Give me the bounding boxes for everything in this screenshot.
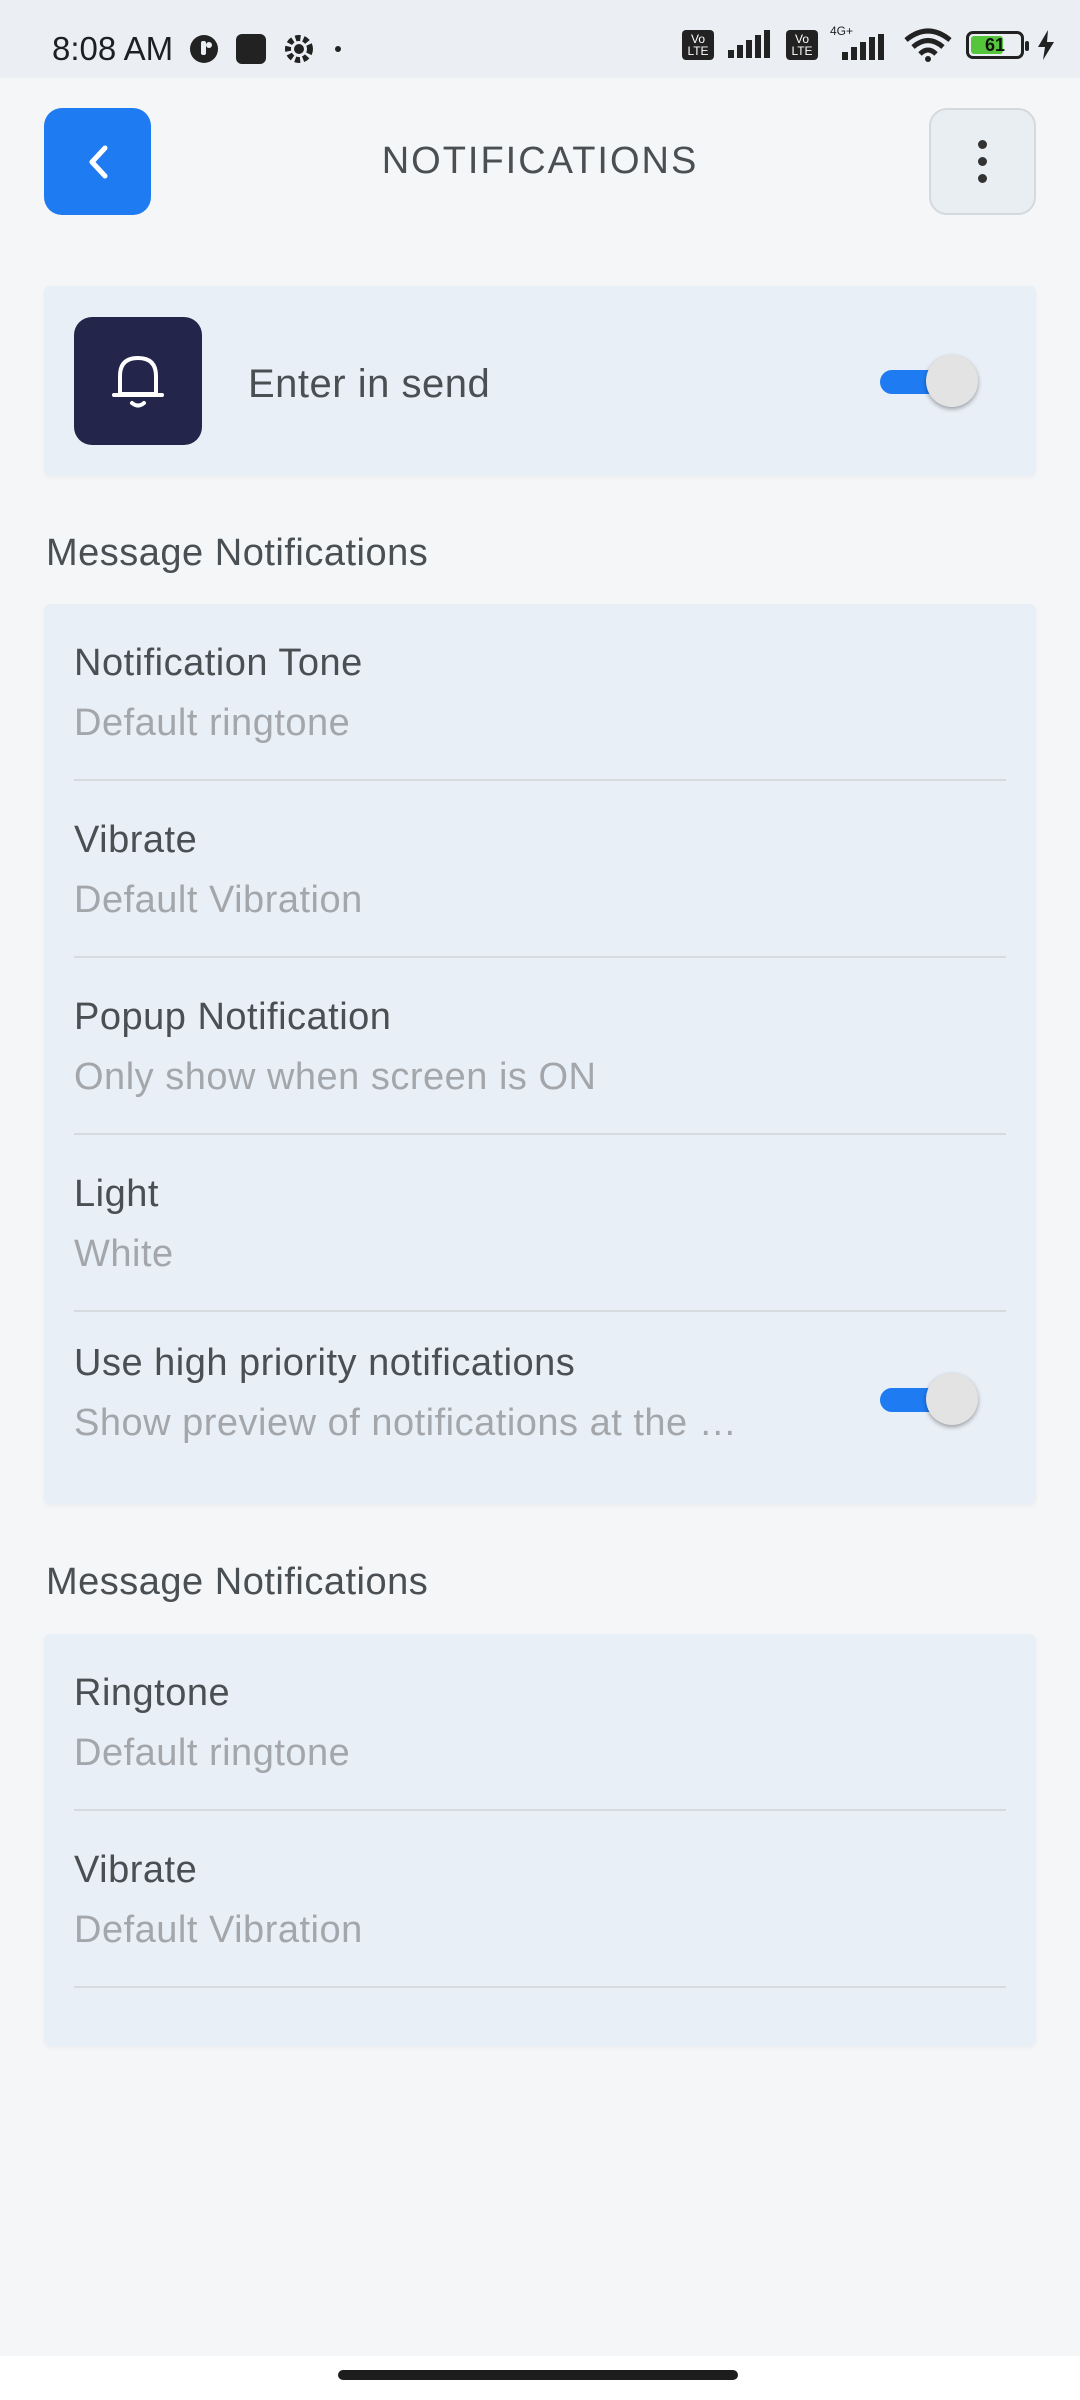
item-title: Popup Notification — [74, 996, 392, 1038]
battery-icon: 61 — [966, 31, 1029, 59]
item-subtitle: Default Vibration — [74, 1909, 363, 1951]
item-title: Vibrate — [74, 1849, 198, 1891]
popup-notification-item[interactable]: Popup Notification Only show when screen… — [74, 958, 1006, 1135]
bell-icon — [112, 356, 164, 408]
high-priority-toggle[interactable] — [878, 1370, 978, 1430]
volte-badge-2: Vo LTE — [786, 30, 818, 60]
item-subtitle: Show preview of notifications at the … — [74, 1402, 738, 1444]
signal-4g-icon: 4G+ — [830, 24, 890, 60]
more-vertical-icon — [978, 140, 987, 149]
volte-badge-1: Vo LTE — [682, 30, 714, 60]
item-title: Light — [74, 1173, 159, 1215]
section-title-message-notifications-2: Message Notifications — [46, 1561, 429, 1603]
status-left-icons — [188, 32, 346, 66]
item-title: Notification Tone — [74, 642, 363, 684]
app-notification-icon — [190, 35, 218, 63]
vibrate-item[interactable]: Vibrate Default Vibration — [74, 781, 1006, 958]
item-title: Vibrate — [74, 819, 198, 861]
page-title: NOTIFICATIONS — [381, 140, 699, 182]
status-bar: 8:08 AM Vo LTE Vo LTE 4G+ 61 — [0, 0, 1080, 78]
item-subtitle: White — [74, 1233, 174, 1275]
enter-in-send-card[interactable]: Enter in send — [44, 286, 1036, 476]
app-header: NOTIFICATIONS — [0, 78, 1080, 248]
enter-in-send-toggle[interactable] — [878, 352, 978, 412]
gear-icon — [285, 35, 313, 63]
status-time: 8:08 AM — [52, 30, 174, 67]
more-options-button[interactable] — [929, 108, 1036, 215]
vibrate-item-2[interactable]: Vibrate Default Vibration — [74, 1811, 1006, 1988]
item-subtitle: Default ringtone — [74, 702, 351, 744]
notification-tone-item[interactable]: Notification Tone Default ringtone — [74, 604, 1006, 781]
status-right-icons: Vo LTE Vo LTE 4G+ 61 — [682, 24, 1056, 62]
high-priority-notifications-item[interactable]: Use high priority notifications Show pre… — [74, 1312, 1006, 1489]
dot-icon — [335, 46, 341, 52]
item-subtitle: Default Vibration — [74, 879, 363, 921]
item-title: Ringtone — [74, 1672, 231, 1714]
square-app-icon — [236, 34, 266, 64]
enter-in-send-label: Enter in send — [248, 362, 491, 406]
light-item[interactable]: Light White — [74, 1135, 1006, 1312]
signal-icon — [728, 30, 770, 58]
item-subtitle: Only show when screen is ON — [74, 1056, 597, 1098]
bell-icon-box — [74, 317, 202, 445]
message-notifications-card: Notification Tone Default ringtone Vibra… — [44, 604, 1036, 1504]
item-subtitle: Default ringtone — [74, 1732, 351, 1774]
section-title-message-notifications: Message Notifications — [46, 532, 429, 574]
home-indicator[interactable] — [338, 2370, 738, 2380]
wifi-icon — [904, 28, 952, 62]
ringtone-item[interactable]: Ringtone Default ringtone — [74, 1634, 1006, 1811]
item-title: Use high priority notifications — [74, 1342, 576, 1384]
message-notifications-card-2: Ringtone Default ringtone Vibrate Defaul… — [44, 1634, 1036, 2046]
charging-icon — [1038, 30, 1054, 60]
